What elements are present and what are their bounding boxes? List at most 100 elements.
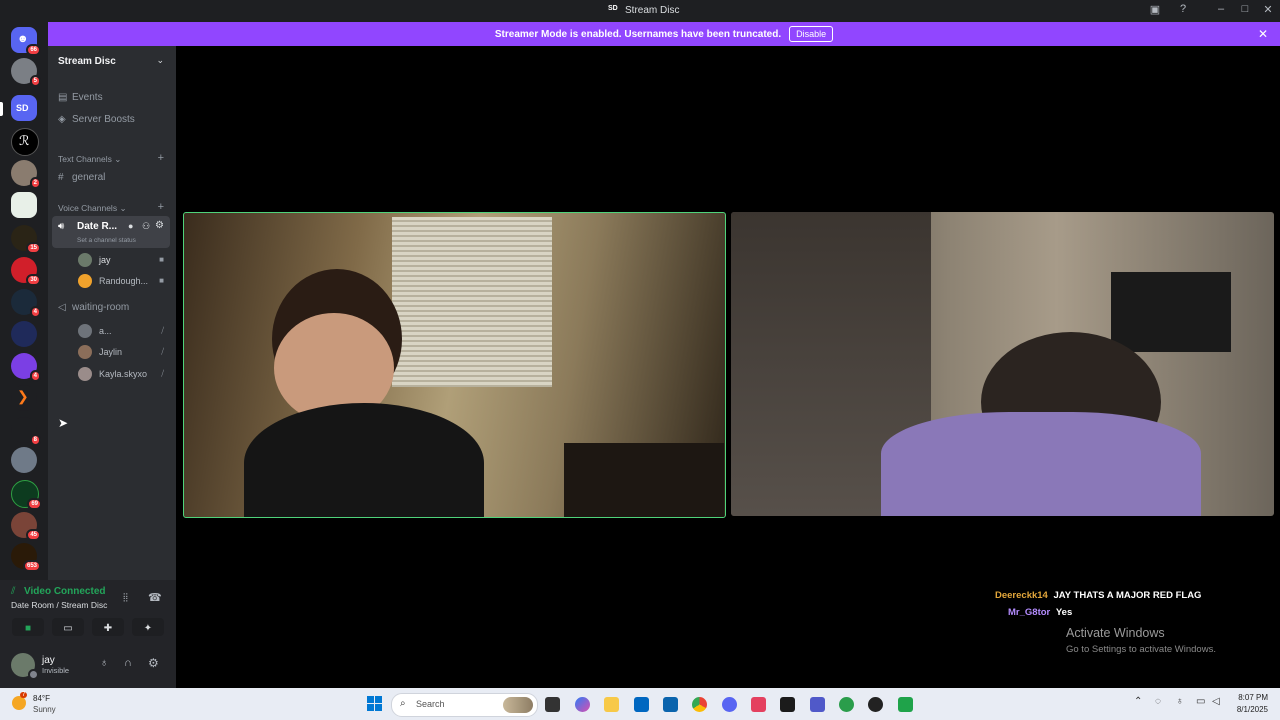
server-icon[interactable]: 15 [11,225,41,254]
voice-channels-category[interactable]: Voice Channels ⌄ [58,203,127,214]
chevron-up-icon[interactable]: ⌃ [1134,696,1142,707]
gear-icon[interactable]: ⚙ [155,220,164,231]
chrome-icon[interactable] [692,697,707,712]
speaker-icon: ◁ [58,302,66,313]
discord-icon[interactable] [722,697,737,712]
sun-icon [12,696,26,710]
close-window-button[interactable]: ✕ [1260,3,1276,16]
outlook-icon[interactable] [663,697,678,712]
server-icon[interactable]: 4 [11,353,41,382]
store-icon[interactable] [634,697,649,712]
teams-icon[interactable] [810,697,825,712]
server-icon-stream-disc[interactable]: SD [11,95,37,121]
avatar [78,367,92,381]
channel-general[interactable]: # general [58,172,105,183]
server-icon[interactable] [11,321,37,347]
signal-icon: ⫽ [11,586,16,597]
active-voice-channel[interactable]: 🔊︎ Date R... ● ⚇ ⚙ Set a channel status [52,216,170,248]
text-channels-category[interactable]: Text Channels ⌄ [58,154,121,165]
voice-location[interactable]: Date Room / Stream Disc [11,600,107,610]
noise-suppression-icon[interactable]: ⦙⦙ [123,592,128,605]
voice-user[interactable]: Jaylin [78,345,122,359]
person-shirt-image [881,412,1201,516]
server-icon[interactable]: 45 [11,512,41,541]
window-blinds-image [392,217,552,387]
voice-status[interactable]: Video Connected [24,586,106,597]
voice-user[interactable]: jay [78,253,111,267]
camera-button[interactable]: ■ [12,618,44,636]
video-tile[interactable] [731,212,1274,516]
channel-waiting-room[interactable]: ◁ waiting-room [58,302,129,313]
voice-user-name: jay [99,255,111,265]
unread-badge: 45 [26,529,41,541]
server-boosts-label: Server Boosts [72,114,135,125]
chat-icon[interactable]: ● [128,221,133,231]
channel-status[interactable]: Set a channel status [77,237,136,244]
inbox-icon[interactable]: ▣ [1147,3,1163,16]
edge-icon[interactable] [839,697,854,712]
activities-button[interactable]: ✚ [92,618,124,636]
tray-app-icon[interactable]: ◌ [1155,696,1161,707]
copilot-icon[interactable] [575,697,590,712]
instagram-icon[interactable] [751,697,766,712]
server-icon[interactable]: 2 [11,160,41,189]
app-icon[interactable] [780,697,795,712]
weather-widget[interactable]: 7 84°F Sunny [10,692,80,715]
mic-muted-icon: ⧸ [161,369,164,378]
events-item[interactable]: ▤ Events [58,92,103,103]
server-icon[interactable]: 69 [11,480,42,510]
server-icon[interactable]: 30 [11,257,41,286]
invite-icon[interactable]: ⚇ [142,221,150,232]
taskbar-search[interactable]: ⌕ Search [391,693,538,717]
server-icon[interactable]: 653 [11,543,41,572]
chat-text: JAY THATS A MAJOR RED FLAG [1053,590,1202,601]
minimize-button[interactable]: – [1213,3,1229,15]
server-icon[interactable]: ℛ [11,128,39,156]
obs-icon[interactable] [868,697,883,712]
hash-icon: # [58,172,64,183]
server-icon[interactable]: 8 [11,417,41,446]
server-icon[interactable]: ❯ [11,385,37,411]
direct-messages-button[interactable]: ☻ 66 [11,27,41,56]
task-view-icon[interactable] [545,697,560,712]
clock-time[interactable]: 8:07 PM [1230,693,1268,702]
gear-icon[interactable]: ⚙ [148,656,159,670]
volume-icon[interactable]: ◁ [1212,696,1220,707]
server-header[interactable]: Stream Disc ⌄ [48,46,176,78]
voice-user[interactable]: Kayla.skyxo [78,367,147,381]
help-icon[interactable]: ? [1175,3,1191,15]
network-icon[interactable]: ▭ [1196,696,1205,707]
server-name: Stream Disc [58,56,116,67]
weather-badge: 7 [20,692,28,698]
disconnect-icon[interactable]: ☎ [148,591,162,604]
voice-user-name: Jaylin [99,347,123,357]
server-boosts-item[interactable]: ◈ Server Boosts [58,114,135,125]
clock-date[interactable]: 8/1/2025 [1230,705,1268,714]
close-icon[interactable]: ✕ [1258,27,1268,41]
server-icon[interactable] [11,192,37,218]
server-icon[interactable]: 5 [11,58,41,87]
start-button[interactable] [367,696,383,712]
user-avatar[interactable] [8,650,39,680]
video-tile-speaking[interactable] [183,212,726,518]
server-icon[interactable] [11,447,37,473]
maximize-button[interactable]: □ [1237,3,1253,15]
unread-badge: 5 [29,75,41,87]
voice-user[interactable]: Randough... [78,274,148,288]
user-name[interactable]: jay [42,655,55,666]
app-icon[interactable] [898,697,913,712]
disable-streamer-mode-button[interactable]: Disable [789,26,834,42]
file-explorer-icon[interactable] [604,697,619,712]
headphones-icon[interactable]: ∩ [124,657,132,669]
screen-share-icon: ▭ [63,623,73,634]
voice-user[interactable]: a... [78,324,112,338]
microphone-icon[interactable]: ♁ [100,657,108,669]
add-text-channel-icon[interactable]: + [158,152,164,164]
screen-share-button[interactable]: ▭ [52,618,84,636]
soundboard-button[interactable]: ✦ [132,618,164,636]
microphone-icon[interactable]: ♁ [1176,696,1184,707]
server-icon[interactable]: 4 [11,289,41,318]
chat-message: Deereckk14 JAY THATS A MAJOR RED FLAG [995,590,1201,601]
user-status: Invisible [42,666,70,675]
add-voice-channel-icon[interactable]: + [158,201,164,213]
